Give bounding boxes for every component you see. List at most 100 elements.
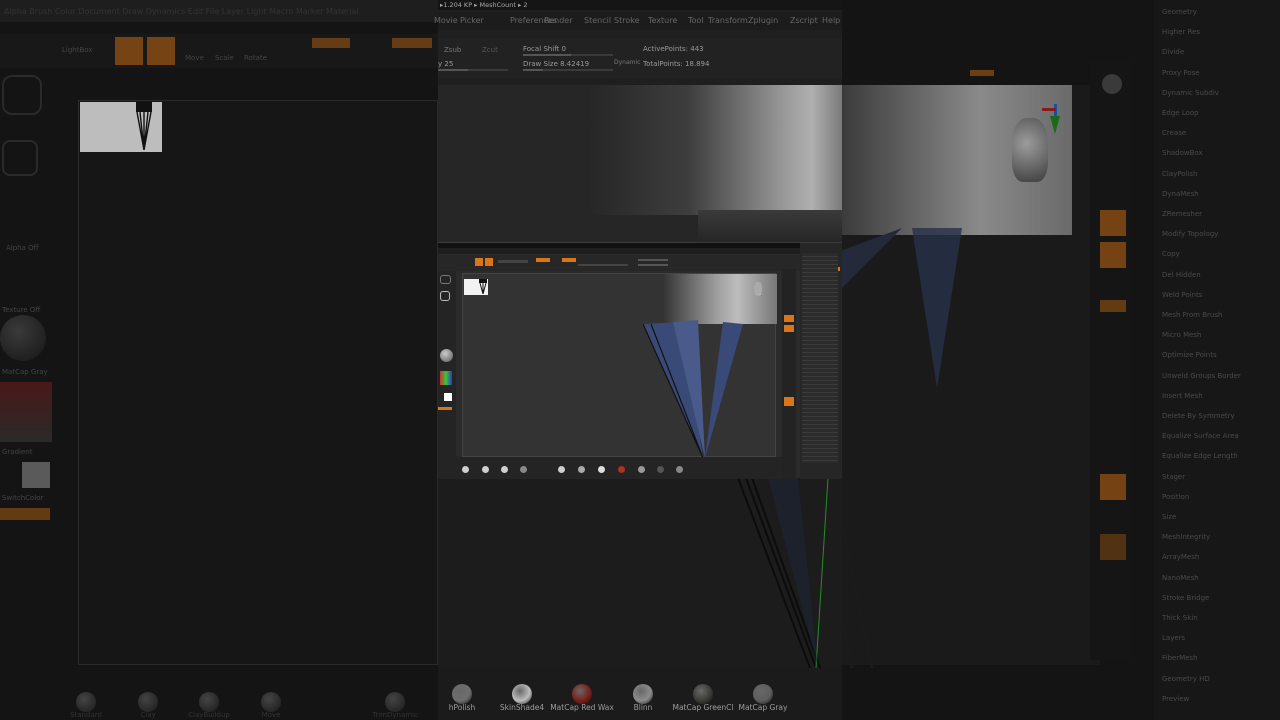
background-menu-item: Stroke Bridge (1162, 593, 1210, 602)
menu-item-texture[interactable]: Texture (648, 16, 677, 25)
matcap-preview (0, 315, 46, 361)
background-menu-item: DynaMesh (1162, 189, 1199, 198)
background-menu-item: ArrayMesh (1162, 553, 1200, 562)
zsub-button[interactable]: Zsub (444, 46, 461, 54)
switch-color-label: SwitchColor (2, 494, 44, 502)
material-label: MatCap Red Wax (550, 703, 614, 712)
move-button: Move (185, 54, 204, 62)
cylinder-mesh-upper (588, 85, 842, 215)
mrgb-button (312, 38, 350, 48)
menu-item-stroke[interactable]: Stroke (614, 16, 640, 25)
alternate-button (0, 508, 50, 520)
background-material-label: ClayBuildup (188, 711, 230, 719)
background-menu-item: FiberMesh (1162, 654, 1198, 663)
material-ball-4[interactable] (693, 684, 713, 704)
background-material-label: Clay (140, 711, 156, 719)
material-shelf: hPolish SkinShade4 MatCap Red Wax Blinn MatC… (438, 668, 842, 720)
total-points-label: TotalPoints: 18.894 (643, 60, 710, 68)
menu-bar (438, 12, 842, 30)
rotate-button: Rotate (244, 54, 267, 62)
background-material-ball (385, 692, 405, 712)
background-orange-indicator (970, 70, 994, 76)
background-menu-item: Divide (1162, 48, 1185, 57)
background-right-panel: Geometry Higher Res Divide Proxy Pose Dynami… (842, 0, 1280, 720)
background-menu-item: Optimize Points (1162, 351, 1217, 360)
background-blade-mesh (842, 228, 962, 668)
background-right-shelf (1090, 60, 1132, 660)
background-geometry-menu: Geometry Higher Res Divide Proxy Pose Dynami… (1154, 0, 1280, 720)
material-label: MatCap GreenCl (672, 703, 734, 712)
menu-item-zscript[interactable]: Zscript (790, 16, 818, 25)
menu-item-movie[interactable]: Movie (434, 16, 458, 25)
background-menu-item: Geometry (1162, 8, 1197, 16)
background-menu-item: Higher Res (1162, 28, 1201, 37)
zcut-button[interactable]: Zcut (482, 46, 498, 54)
top-toolbar: Zsub Zcut y 25 Focal Shift 0 Draw Size 8… (438, 38, 842, 78)
background-menu-item: Geometry HD (1162, 674, 1210, 683)
draw-size-slider[interactable] (523, 69, 613, 71)
background-material-ball (261, 692, 281, 712)
background-menu-item: Thick Skin (1162, 614, 1198, 622)
material-ball-0[interactable] (452, 684, 472, 704)
background-material-label: Standard (70, 711, 102, 719)
background-menu-item: Unweld Groups Border (1162, 371, 1241, 380)
material-ball-3[interactable] (633, 684, 653, 704)
background-menu-item: MeshIntegrity (1162, 533, 1211, 542)
background-menu-item: Crease (1162, 129, 1187, 138)
material-label: hPolish (448, 703, 476, 712)
background-menu-item: Micro Mesh (1162, 331, 1202, 340)
menu-item-help[interactable]: Help (822, 16, 840, 25)
matcap-gray-label: MatCap Gray (2, 368, 48, 376)
nested-left-shelf (438, 271, 456, 479)
focal-shift-slider[interactable] (523, 54, 613, 56)
active-points-label: ActivePoints: 443 (643, 45, 704, 53)
scale-button: Scale (215, 54, 234, 62)
nested-geometry-menu (800, 243, 842, 479)
background-material-ball (138, 692, 158, 712)
nested-document-thumbnail (464, 279, 488, 295)
background-menu-item: ZRemesher (1162, 210, 1203, 218)
background-menu-item: Position (1162, 492, 1190, 501)
material-ball-5[interactable] (753, 684, 773, 704)
background-menu-item: Equalize Edge Length (1162, 452, 1238, 461)
dynamic-button[interactable]: Dynamic (614, 59, 640, 66)
background-menu-item: Mesh From Brush (1162, 311, 1223, 319)
focal-shift-label: Focal Shift 0 (523, 45, 566, 53)
draw-button (147, 37, 175, 65)
nested-zbrush-screenshot (438, 242, 842, 479)
menu-item-tool[interactable]: Tool (688, 16, 704, 25)
nested-canvas (462, 273, 777, 458)
material-ball-2[interactable] (572, 684, 592, 704)
material-ball-1[interactable] (512, 684, 532, 704)
menu-item-picker[interactable]: Picker (460, 16, 484, 25)
background-menu-item: NanoMesh (1162, 573, 1199, 582)
background-material-label: TrimDynamic (372, 711, 418, 719)
menu-item-stencil[interactable]: Stencil (584, 16, 611, 25)
axis-gizmo[interactable] (1042, 104, 1068, 134)
z-intensity-slider[interactable] (438, 69, 508, 71)
background-material-ball (76, 692, 96, 712)
background-material-label: Move (261, 711, 281, 719)
zadd-button (392, 38, 432, 48)
material-label: Blinn (633, 703, 653, 712)
menu-item-zplugin[interactable]: Zplugin (748, 16, 778, 25)
stroke-thumbnail (2, 140, 38, 176)
brush-thumbnail (2, 75, 42, 115)
lightbox-button: LightBox (62, 46, 93, 54)
menu-item-transform[interactable]: Transform (708, 16, 748, 25)
background-menu-item: Equalize Surface Area (1162, 432, 1239, 441)
edit-button (115, 37, 143, 65)
background-menu-item: Proxy Pose (1162, 68, 1200, 77)
secondary-color-swatch (22, 462, 50, 488)
background-menu-item: Dynamic Subdiv (1162, 88, 1219, 97)
fan-mesh-thumbnail (136, 102, 152, 151)
viewport-lower[interactable] (438, 478, 842, 668)
background-menu-item: Modify Topology (1162, 230, 1219, 239)
nested-material-shelf (438, 457, 782, 479)
menu-item-render[interactable]: Render (544, 16, 572, 25)
material-label: MatCap Gray (738, 703, 788, 712)
background-menu-item: Copy (1162, 250, 1180, 259)
blade-mesh-lower (737, 478, 829, 668)
background-menu-item: Preview (1162, 694, 1190, 703)
background-menu-item: Delete By Symmetry (1162, 412, 1235, 420)
